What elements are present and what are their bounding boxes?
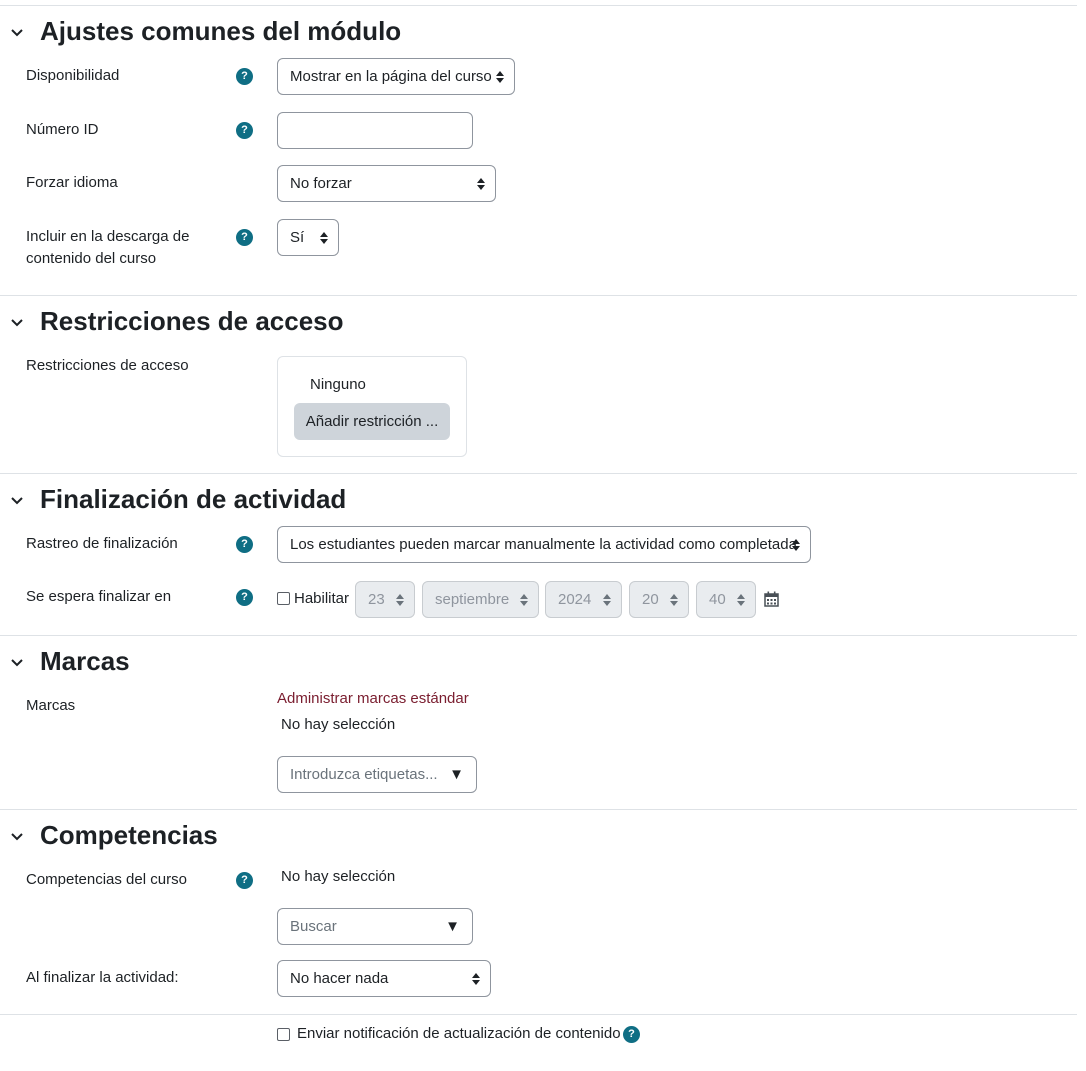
select-arrows-icon xyxy=(670,594,678,606)
select-arrows-icon xyxy=(496,71,504,83)
select-arrows-icon xyxy=(737,594,745,606)
chevron-down-icon[interactable] xyxy=(8,314,26,332)
help-icon[interactable]: ? xyxy=(236,68,253,85)
id-number-input[interactable] xyxy=(277,112,473,149)
expected-hour-value: 20 xyxy=(642,591,659,608)
enable-expected-label[interactable]: Habilitar xyxy=(294,589,349,609)
enable-expected-checkbox[interactable] xyxy=(277,592,290,605)
select-arrows-icon xyxy=(396,594,404,606)
section-divider xyxy=(0,5,1077,6)
completion-tracking-label: Rastreo de finalización xyxy=(26,535,178,552)
availability-value: Mostrar en la página del curso xyxy=(290,68,492,85)
completion-tracking-value: Los estudiantes pueden marcar manualment… xyxy=(290,536,797,553)
select-arrows-icon xyxy=(477,178,485,190)
select-arrows-icon xyxy=(320,232,328,244)
help-icon[interactable]: ? xyxy=(236,589,253,606)
expected-minute-value: 40 xyxy=(709,591,726,608)
section-title-restrictions[interactable]: Restricciones de acceso xyxy=(40,306,344,336)
competencies-search-placeholder: Buscar xyxy=(290,918,337,935)
completion-tracking-select[interactable]: Los estudiantes pueden marcar manualment… xyxy=(277,526,811,563)
expected-year-select[interactable]: 2024 xyxy=(545,581,622,618)
dropdown-triangle-icon[interactable]: ▼ xyxy=(449,757,464,792)
expected-month-value: septiembre xyxy=(435,591,510,608)
expected-day-select[interactable]: 23 xyxy=(355,581,415,618)
select-arrows-icon xyxy=(472,973,480,985)
help-icon[interactable]: ? xyxy=(236,872,253,889)
section-divider xyxy=(0,809,1077,810)
help-icon[interactable]: ? xyxy=(623,1026,640,1043)
chevron-down-icon[interactable] xyxy=(8,828,26,846)
tags-label: Marcas xyxy=(26,697,76,714)
availability-label: Disponibilidad xyxy=(26,67,120,84)
on-complete-select[interactable]: No hacer nada xyxy=(277,960,491,997)
chevron-down-icon[interactable] xyxy=(8,24,26,42)
manage-standard-tags-link[interactable]: Administrar marcas estándar xyxy=(277,689,469,709)
include-download-label: Incluir en la descarga de contenido del … xyxy=(26,228,190,267)
select-arrows-icon xyxy=(520,594,528,606)
expected-hour-select[interactable]: 20 xyxy=(629,581,689,618)
chevron-down-icon[interactable] xyxy=(8,654,26,672)
tags-no-selection: No hay selección xyxy=(281,716,396,733)
include-download-select[interactable]: Sí xyxy=(277,219,339,256)
restrictions-none-text: Ninguno xyxy=(310,376,366,393)
help-icon[interactable]: ? xyxy=(236,229,253,246)
dropdown-triangle-icon[interactable]: ▼ xyxy=(445,909,460,944)
section-title-completion[interactable]: Finalización de actividad xyxy=(40,484,346,514)
help-icon[interactable]: ? xyxy=(236,536,253,553)
chevron-down-icon[interactable] xyxy=(8,492,26,510)
on-complete-label: Al finalizar la actividad: xyxy=(26,969,179,986)
expected-completion-label: Se espera finalizar en xyxy=(26,588,172,605)
select-arrows-icon xyxy=(792,539,800,551)
tags-placeholder: Introduzca etiquetas... xyxy=(290,766,438,783)
notification-checkbox[interactable] xyxy=(277,1028,290,1041)
calendar-icon[interactable] xyxy=(764,591,779,607)
section-title-tags[interactable]: Marcas xyxy=(40,646,130,676)
section-divider xyxy=(0,295,1077,296)
competencies-search-input[interactable]: Buscar ▼ xyxy=(277,908,473,945)
availability-select[interactable]: Mostrar en la página del curso xyxy=(277,58,515,95)
on-complete-value: No hacer nada xyxy=(290,970,389,987)
section-title-common[interactable]: Ajustes comunes del módulo xyxy=(40,16,401,46)
expected-year-value: 2024 xyxy=(558,591,592,608)
course-competencies-label: Competencias del curso xyxy=(26,871,187,888)
expected-month-select[interactable]: septiembre xyxy=(422,581,539,618)
expected-minute-select[interactable]: 40 xyxy=(696,581,756,618)
expected-day-value: 23 xyxy=(368,591,385,608)
help-icon[interactable]: ? xyxy=(236,122,253,139)
section-divider xyxy=(0,635,1077,636)
notification-label[interactable]: Enviar notificación de actualización de … xyxy=(297,1024,621,1044)
select-arrows-icon xyxy=(603,594,611,606)
force-language-select[interactable]: No forzar xyxy=(277,165,496,202)
section-divider xyxy=(0,1014,1077,1015)
include-download-value: Sí xyxy=(290,229,305,246)
restrictions-label: Restricciones de acceso xyxy=(26,357,189,374)
add-restriction-button[interactable]: Añadir restricción ... xyxy=(294,403,450,440)
section-divider xyxy=(0,473,1077,474)
tags-input[interactable]: Introduzca etiquetas... ▼ xyxy=(277,756,477,793)
force-language-label: Forzar idioma xyxy=(26,174,118,191)
id-number-label: Número ID xyxy=(26,121,99,138)
section-title-competencies[interactable]: Competencias xyxy=(40,820,218,850)
force-language-value: No forzar xyxy=(290,175,352,192)
competencies-no-selection: No hay selección xyxy=(281,868,396,885)
